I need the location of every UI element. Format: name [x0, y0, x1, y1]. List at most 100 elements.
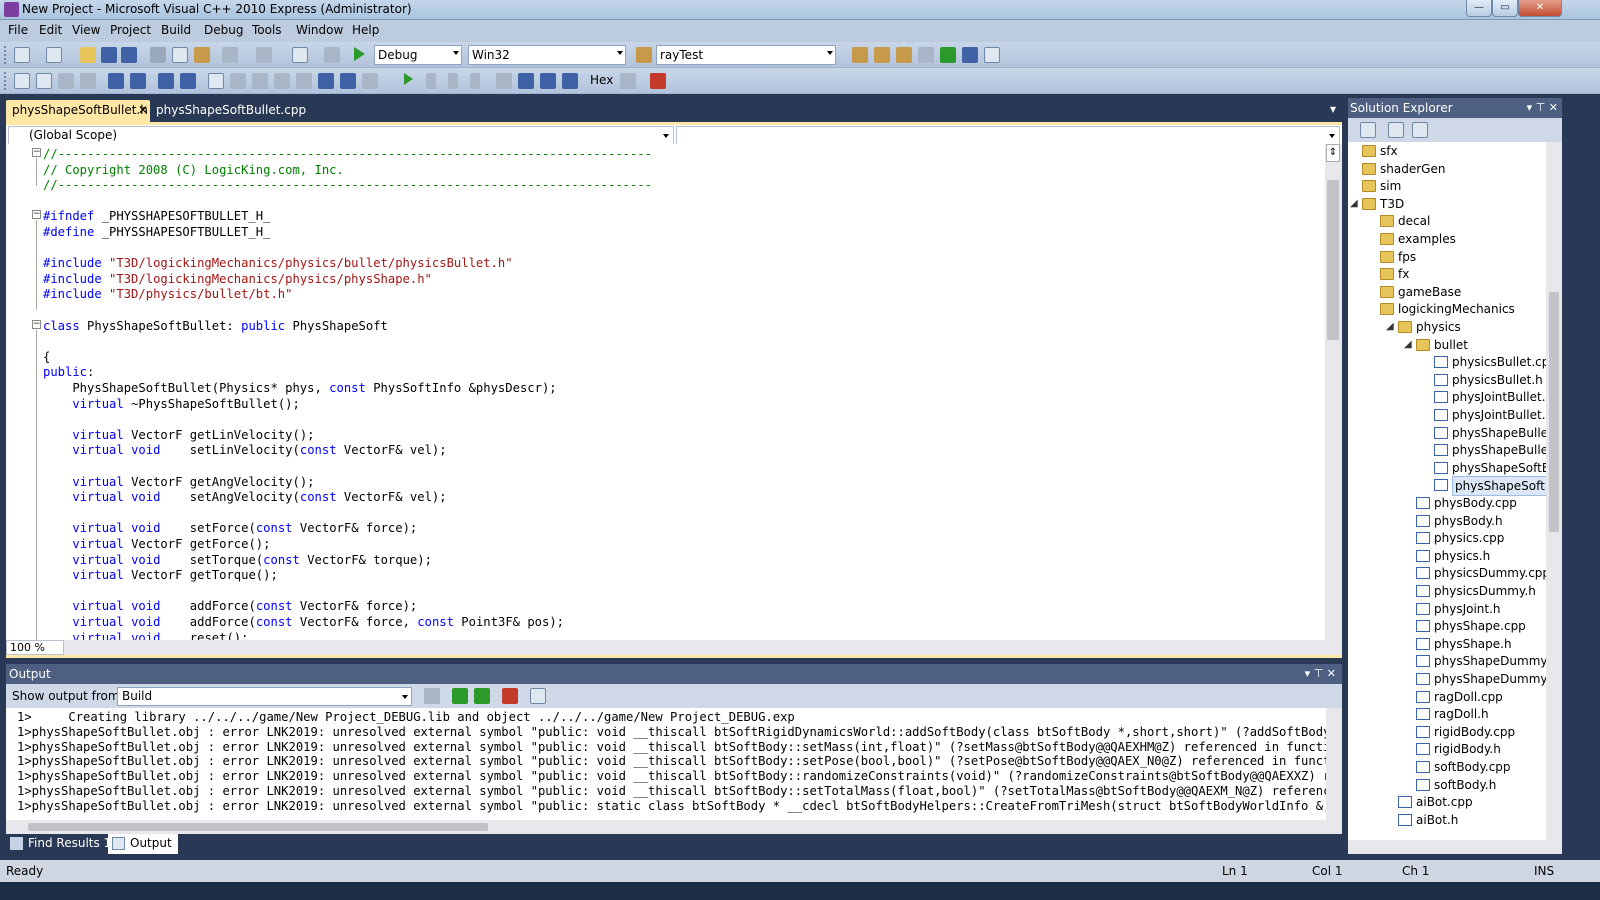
menu-tools[interactable]: Tools	[252, 23, 282, 37]
code-line[interactable]: virtual void setLinVelocity(const Vector…	[43, 442, 446, 458]
minimize-button[interactable]: —	[1466, 0, 1492, 17]
pane-buttons[interactable]: ▾ ⊤ ✕	[1527, 101, 1558, 114]
expander-icon[interactable]: ◢	[1350, 195, 1358, 213]
code-line[interactable]: // Copyright 2008 (C) LogicKing.com, Inc…	[43, 162, 344, 178]
complete-word-icon[interactable]	[80, 73, 96, 89]
navigate-forward-icon[interactable]	[324, 47, 340, 63]
tab-dropdown-icon[interactable]: ▾	[1330, 102, 1336, 116]
tab-physshapesoftbullet-cpp[interactable]: physShapeSoftBullet.cpp	[150, 100, 312, 122]
code-line[interactable]: {	[43, 349, 50, 365]
find-message-icon[interactable]	[424, 688, 440, 704]
word-wrap-icon[interactable]	[530, 688, 546, 704]
navigate-backward-icon[interactable]	[292, 47, 308, 63]
solution-vertical-scrollbar[interactable]	[1546, 142, 1562, 844]
new-project-icon[interactable]	[14, 47, 30, 63]
restart-icon[interactable]	[470, 73, 480, 89]
copy-icon[interactable]	[172, 47, 188, 63]
step-over-icon[interactable]	[540, 73, 556, 89]
command-window-icon[interactable]	[984, 47, 1000, 63]
stop-debugging-icon[interactable]	[448, 73, 458, 89]
code-line[interactable]: virtual void addForce(const VectorF& for…	[43, 598, 417, 614]
step-out-icon[interactable]	[562, 73, 578, 89]
properties-icon[interactable]	[874, 47, 890, 63]
code-line[interactable]: virtual void reset();	[43, 630, 248, 640]
code-line[interactable]: #define _PHYSSHAPESOFTBULLET_H_	[43, 224, 270, 240]
extension-manager-icon[interactable]	[962, 47, 978, 63]
menu-debug[interactable]: Debug	[204, 23, 243, 37]
member-select[interactable]	[676, 126, 1340, 145]
previous-bookmark-document-icon[interactable]	[318, 73, 334, 89]
show-next-statement-icon[interactable]	[496, 73, 512, 89]
editor-vertical-scrollbar[interactable]: ⇕	[1325, 144, 1342, 640]
next-message-icon[interactable]	[474, 688, 490, 704]
tab-find-results[interactable]: Find Results 1	[6, 834, 117, 854]
code-line[interactable]: virtual ~PhysShapeSoftBullet();	[43, 396, 299, 412]
output-horizontal-scrollbar[interactable]	[6, 820, 1342, 834]
output-source-select[interactable]: Build	[117, 687, 412, 706]
collapse-icon[interactable]: −	[32, 210, 41, 219]
uncomment-icon[interactable]	[180, 73, 196, 89]
code-line[interactable]: virtual void addForce(const VectorF& for…	[43, 614, 564, 630]
next-bookmark-document-icon[interactable]	[340, 73, 356, 89]
code-line[interactable]: class PhysShapeSoftBullet: public PhysSh…	[43, 318, 388, 334]
parameter-info-icon[interactable]	[36, 73, 52, 89]
clear-all-icon[interactable]	[502, 688, 518, 704]
configuration-select[interactable]: Debug	[374, 45, 462, 65]
tools-icon[interactable]	[918, 47, 934, 63]
code-line[interactable]: //--------------------------------------…	[43, 146, 652, 162]
redo-icon[interactable]	[256, 47, 272, 63]
previous-message-icon[interactable]	[452, 688, 468, 704]
next-bookmark-icon[interactable]	[252, 73, 268, 89]
solution-horizontal-scrollbar[interactable]	[1348, 840, 1562, 854]
code-editor[interactable]: − − − //--------------------------------…	[6, 144, 1342, 658]
start-debugging-icon[interactable]	[354, 47, 365, 61]
refresh-icon[interactable]	[1412, 122, 1428, 138]
breakpoints-icon[interactable]	[620, 73, 636, 89]
scroll-thumb[interactable]	[1327, 180, 1339, 340]
menu-build[interactable]: Build	[161, 23, 191, 37]
pane-buttons[interactable]: ▾ ⊤ ✕	[1305, 667, 1336, 680]
output-line[interactable]: 1>physShapeSoftBullet.obj : error LNK201…	[17, 784, 1326, 799]
expander-icon[interactable]: ◢	[1404, 336, 1412, 354]
code-line[interactable]: #include "T3D/logickingMechanics/physics…	[43, 255, 513, 271]
menu-project[interactable]: Project	[110, 23, 151, 37]
hex-toggle[interactable]: Hex	[590, 73, 613, 87]
close-button[interactable]: ✕	[1518, 0, 1562, 17]
paste-icon[interactable]	[194, 47, 210, 63]
decrease-indent-icon[interactable]	[108, 73, 124, 89]
platform-select[interactable]: Win32	[468, 45, 626, 65]
scope-select[interactable]: (Global Scope)	[8, 126, 674, 145]
toolbox-icon[interactable]	[896, 47, 912, 63]
open-file-icon[interactable]	[80, 47, 96, 63]
expander-icon[interactable]: ◢	[1386, 318, 1394, 336]
previous-bookmark-icon[interactable]	[230, 73, 246, 89]
splitter-icon[interactable]: ⇕	[1326, 144, 1340, 162]
toggle-bookmark-icon[interactable]	[208, 73, 224, 89]
output-text[interactable]: 1> Creating library ../../../game/New Pr…	[6, 708, 1326, 820]
show-all-files-icon[interactable]	[1388, 122, 1404, 138]
find-in-files-icon[interactable]	[636, 47, 652, 63]
output-line[interactable]: 1> Creating library ../../../game/New Pr…	[17, 710, 795, 725]
start-page-icon[interactable]	[940, 47, 956, 63]
scroll-thumb[interactable]	[1549, 292, 1559, 532]
tab-output[interactable]: Output	[108, 834, 178, 854]
undo-icon[interactable]	[222, 47, 238, 63]
code-line[interactable]: #include "T3D/physics/bullet/bt.h"	[43, 286, 292, 302]
code-line[interactable]: #ifndef _PHYSSHAPESOFTBULLET_H_	[43, 208, 270, 224]
toolbar-grip[interactable]	[4, 72, 7, 90]
cut-icon[interactable]	[150, 47, 166, 63]
close-tab-icon[interactable]: ✕	[138, 103, 148, 117]
output-line[interactable]: 1>physShapeSoftBullet.obj : error LNK201…	[17, 754, 1326, 769]
save-icon[interactable]	[101, 47, 117, 63]
menu-edit[interactable]: Edit	[39, 23, 62, 37]
windows-icon[interactable]	[650, 73, 666, 89]
code-line[interactable]: #include "T3D/logickingMechanics/physics…	[43, 271, 432, 287]
code-line[interactable]: PhysShapeSoftBullet(Physics* phys, const…	[43, 380, 556, 396]
properties-icon[interactable]	[1360, 122, 1376, 138]
solution-explorer-icon[interactable]	[852, 47, 868, 63]
tab-physshapesoftbullet-h[interactable]: physShapeSoftBullet.h ✕	[6, 100, 150, 122]
menu-window[interactable]: Window	[296, 23, 343, 37]
toolbar-grip[interactable]	[4, 46, 7, 64]
collapse-icon[interactable]: −	[32, 148, 41, 157]
continue-icon[interactable]	[404, 73, 413, 85]
